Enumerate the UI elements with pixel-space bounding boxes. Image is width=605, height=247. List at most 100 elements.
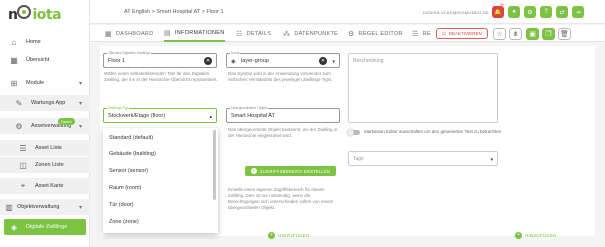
details-icon: ☷: [236, 30, 243, 38]
tab-label: DASHBOARD: [115, 30, 154, 37]
tab-label: DATENPUNKTE: [294, 30, 339, 37]
power-icon: ⏻: [442, 31, 446, 36]
dropdown-option[interactable]: Tür (door): [109, 202, 133, 208]
field-value: Smart Hospital AT: [231, 113, 275, 119]
logo-text: n iota: [8, 5, 62, 23]
tab-label: REGEL EDITOR: [358, 30, 403, 37]
add-button-left[interactable]: + HINZUFÜGEN: [268, 230, 310, 240]
sidebar-item-asset-map[interactable]: ⌖ Asset Karte: [0, 178, 90, 194]
favorite-button[interactable]: ☆: [493, 28, 506, 40]
tab-informationen[interactable]: ▤ INFORMATIONEN: [164, 25, 225, 42]
datapoints-icon: ⁂: [283, 30, 291, 38]
description-placeholder: Beschreibung: [353, 58, 384, 64]
save-button[interactable]: ▣: [526, 28, 539, 40]
notifications-button[interactable]: 🔔: [492, 6, 504, 18]
save-icon: ▣: [529, 31, 536, 38]
description-field[interactable]: Beschreibung: [348, 53, 498, 123]
clear-icon[interactable]: ✕: [319, 57, 327, 65]
map-icon: ⌖: [20, 181, 26, 190]
rules-icon: ⚙: [348, 30, 355, 38]
tab-more[interactable]: ☰ RE: [412, 25, 431, 42]
tags-select[interactable]: Tags ▾: [348, 151, 498, 166]
chevron-down-icon: ▾: [78, 204, 82, 211]
sidebar-item-label: Digitale Zwillinge: [26, 224, 68, 230]
button-label: HINZUFÜGEN: [278, 232, 310, 238]
user-button[interactable]: ●: [508, 6, 520, 18]
clear-icon[interactable]: ✕: [204, 57, 212, 65]
sidebar-item-asset-management[interactable]: ⚙ Assetverwaltung Demo ▾: [0, 118, 90, 134]
plus-icon: +: [251, 168, 257, 174]
sidebar-item-label: Home: [26, 39, 41, 45]
field-label: Zwillings-Typ: [107, 106, 130, 110]
dropdown-option[interactable]: Sensor (sensor): [109, 168, 148, 174]
user-icon: ●: [512, 9, 516, 15]
language-icon: ⇄: [559, 9, 565, 16]
parent-helper: Das übergeordnete Objekt bestimmt, wo de…: [228, 127, 338, 138]
more-icon: ☰: [412, 30, 419, 38]
markdown-toggle[interactable]: [347, 128, 360, 136]
sidebar-item-maintenance-app[interactable]: ✎ Wartungs App ▾: [0, 95, 90, 111]
tab-bar: ▦ DASHBOARD ▤ INFORMATIONEN ☷ DETAILS ⁂ …: [90, 25, 605, 42]
share-icon: ⋔: [512, 31, 519, 38]
dropdown-option[interactable]: Raum (room): [109, 185, 141, 191]
breadcrumb[interactable]: AT English > Smart Hospital AT > Floor 1: [124, 9, 224, 15]
sidebar-item-label: Übersicht: [26, 57, 50, 63]
access-helper: Erstelle einen eigenen Zugriffsbereich f…: [228, 187, 334, 210]
settings-button[interactable]: ⚙: [524, 6, 536, 18]
demo-badge: Demo: [58, 118, 75, 125]
chevron-up-icon[interactable]: ▴: [209, 114, 212, 120]
share-button[interactable]: ⋔: [509, 28, 522, 40]
tab-dashboard[interactable]: ▦ DASHBOARD: [105, 25, 153, 42]
sidebar-item-zone-list[interactable]: ◫ Zonen Liste: [0, 157, 90, 173]
logout-icon: ⇥: [575, 9, 581, 16]
tab-regel-editor[interactable]: ⚙ REGEL EDITOR: [348, 25, 403, 42]
trash-icon: 🗑: [560, 31, 569, 38]
plus-icon: +: [268, 231, 275, 239]
tab-label: RE: [422, 30, 431, 37]
sidebar-item-modules[interactable]: ⊞ Module ▾: [0, 75, 90, 91]
list-icon: ☰: [19, 143, 27, 153]
help-button[interactable]: ?: [540, 6, 552, 18]
twin-title-field[interactable]: Titel des Digitalen Zwillings Floor 1 ✕: [103, 51, 217, 68]
bell-icon: 🔔: [494, 9, 502, 16]
deactivate-button[interactable]: ⏻ DEAKTIVIEREN: [436, 28, 488, 39]
logout-button[interactable]: ⇥: [572, 6, 584, 18]
help-icon: ?: [544, 9, 548, 15]
add-button-right[interactable]: + HINZUFÜGEN: [515, 230, 557, 240]
chevron-down-icon[interactable]: ▾: [332, 59, 335, 65]
building-icon: ▥: [5, 202, 13, 212]
sidebar-item-object-management[interactable]: ▥ Objektverwaltung ▾: [0, 199, 90, 215]
dropdown-option[interactable]: Gebäude (building): [109, 151, 156, 157]
sidebar-item-label: Asset Karte: [35, 183, 64, 189]
dashboard-icon: ▦: [105, 30, 112, 38]
create-access-area-button[interactable]: + ZUGRIFFSBEREICH ERSTELLEN: [245, 166, 337, 176]
field-value: Stockwerk/Etage (floor): [108, 113, 166, 119]
twin-icon: ◈: [10, 222, 18, 232]
tab-datenpunkte[interactable]: ⁂ DATENPUNKTE: [283, 25, 338, 42]
icon-helper: Das Symbol wird in der Anwendung verwend…: [228, 71, 333, 82]
twin-type-dropdown: Standard (default) Gebäude (building) Se…: [103, 128, 218, 233]
info-icon: ▤: [164, 29, 171, 37]
language-button[interactable]: ⇄: [556, 6, 568, 18]
tab-details[interactable]: ☷ DETAILS: [236, 25, 271, 42]
dropdown-option[interactable]: Standard (default): [109, 135, 153, 141]
twin-type-select[interactable]: Zwillings-Typ Stockwerk/Etage (floor) ▴: [103, 106, 217, 123]
sidebar-item-overview[interactable]: ▦ Übersicht: [0, 52, 90, 68]
markdown-toggle-label: Markdown Editor ausschalten um den gener…: [364, 129, 503, 134]
app-logo[interactable]: n iota: [8, 3, 62, 25]
sidebar-item-label: Objektverwaltung: [17, 204, 60, 210]
chevron-down-icon: ▾: [78, 123, 82, 130]
dropdown-scrollbar[interactable]: [213, 130, 216, 200]
dropdown-option[interactable]: Zone (zone): [109, 219, 139, 225]
sidebar-item-label: Module: [26, 80, 45, 86]
delete-button[interactable]: 🗑: [558, 28, 571, 40]
top-header: AT English > Smart Hospital AT > Floor 1…: [90, 0, 605, 24]
sidebar-item-home[interactable]: ⌂ Home: [0, 34, 90, 50]
sidebar-item-asset-list[interactable]: ☰ Asset Liste: [0, 140, 90, 156]
icon-select-field[interactable]: Icons ◈ layer-group ✕ ▾: [226, 51, 340, 68]
sidebar-item-digital-twins[interactable]: ◈ Digitale Zwillinge: [4, 219, 86, 235]
chevron-down-icon: ▾: [78, 100, 82, 107]
copy-button[interactable]: ❐: [542, 28, 555, 40]
parent-object-select[interactable]: Übergeordnetes Objekt Smart Hospital AT: [226, 106, 340, 123]
gear-icon: ⚙: [527, 9, 533, 16]
